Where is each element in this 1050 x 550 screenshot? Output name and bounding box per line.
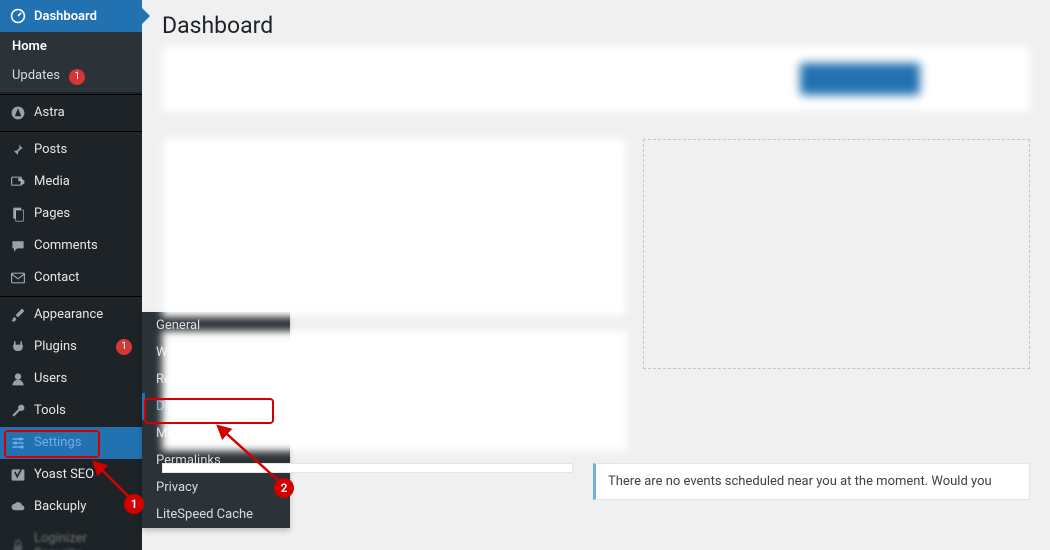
blurred-panel [162, 331, 627, 451]
sidebar-item-label: Settings [34, 435, 132, 450]
empty-widget-dropzone [643, 139, 1030, 369]
sidebar-item-loginizer[interactable]: Loginizer Security [0, 523, 142, 550]
page-title: Dashboard [162, 0, 1030, 47]
sidebar-item-posts[interactable]: Posts [0, 134, 142, 166]
sidebar-item-label: Yoast SEO [34, 467, 132, 482]
plug-icon [10, 339, 26, 355]
welcome-panel [162, 137, 627, 317]
sidebar-item-label: Contact [34, 270, 132, 285]
sidebar-item-label: Comments [34, 238, 132, 253]
comments-icon [10, 238, 26, 254]
sidebar-submenu-dashboard: Home Updates 1 [0, 32, 142, 92]
wrench-icon [10, 403, 26, 419]
sidebar-item-astra[interactable]: Astra [0, 97, 142, 129]
sidebar-item-label: Posts [34, 142, 132, 157]
user-icon [10, 371, 26, 387]
sidebar-item-appearance[interactable]: Appearance [0, 299, 142, 331]
sidebar-subitem-home[interactable]: Home [0, 32, 142, 61]
sidebar-subitem-updates[interactable]: Updates 1 [0, 61, 142, 92]
notice-banner [162, 47, 1030, 111]
plugin-count-badge: 1 [116, 339, 132, 355]
brush-icon [10, 307, 26, 323]
sidebar-item-label: Plugins [34, 339, 110, 354]
sidebar-item-label: Users [34, 371, 132, 386]
sidebar-item-label: Dashboard [34, 9, 132, 24]
main-content: Dashboard There are no events [142, 0, 1050, 550]
sidebar-item-plugins[interactable]: Plugins 1 [0, 331, 142, 363]
widget-left [162, 463, 573, 473]
sidebar-item-users[interactable]: Users [0, 363, 142, 395]
events-widget-text: There are no events scheduled near you a… [608, 474, 992, 489]
envelope-icon [10, 270, 26, 286]
lock-icon [10, 538, 26, 550]
dashboard-icon [10, 8, 26, 24]
sidebar-item-label: Pages [34, 206, 132, 221]
sidebar-item-tools[interactable]: Tools [0, 395, 142, 427]
sidebar-item-dashboard[interactable]: Dashboard [0, 0, 142, 32]
yoast-icon [10, 467, 26, 483]
sidebar-item-label: Loginizer Security [34, 531, 132, 550]
sidebar-item-comments[interactable]: Comments [0, 230, 142, 262]
sidebar-item-label: Backuply [34, 499, 132, 514]
sidebar-item-media[interactable]: Media [0, 166, 142, 198]
update-count-badge: 1 [69, 69, 85, 85]
pin-icon [10, 142, 26, 158]
sidebar-item-label: Astra [34, 105, 132, 120]
separator [0, 131, 142, 132]
separator [0, 296, 142, 297]
sidebar-item-yoast[interactable]: Yoast SEO [0, 459, 142, 491]
sidebar-item-label: Media [34, 174, 132, 189]
sidebar-item-label: Tools [34, 403, 132, 418]
sidebar-item-pages[interactable]: Pages [0, 198, 142, 230]
admin-sidebar: Dashboard Home Updates 1 Astra Posts [0, 0, 142, 550]
sidebar-item-label: Appearance [34, 307, 132, 322]
separator [0, 94, 142, 95]
blurred-button [800, 63, 920, 95]
pages-icon [10, 206, 26, 222]
sliders-icon [10, 435, 26, 451]
sidebar-item-contact[interactable]: Contact [0, 262, 142, 294]
sidebar-item-label: Updates [12, 68, 60, 83]
astra-icon [10, 105, 26, 121]
media-icon [10, 174, 26, 190]
sidebar-item-backuply[interactable]: Backuply [0, 491, 142, 523]
cloud-icon [10, 499, 26, 515]
events-widget: There are no events scheduled near you a… [593, 463, 1030, 500]
sidebar-item-settings[interactable]: Settings [0, 427, 142, 459]
